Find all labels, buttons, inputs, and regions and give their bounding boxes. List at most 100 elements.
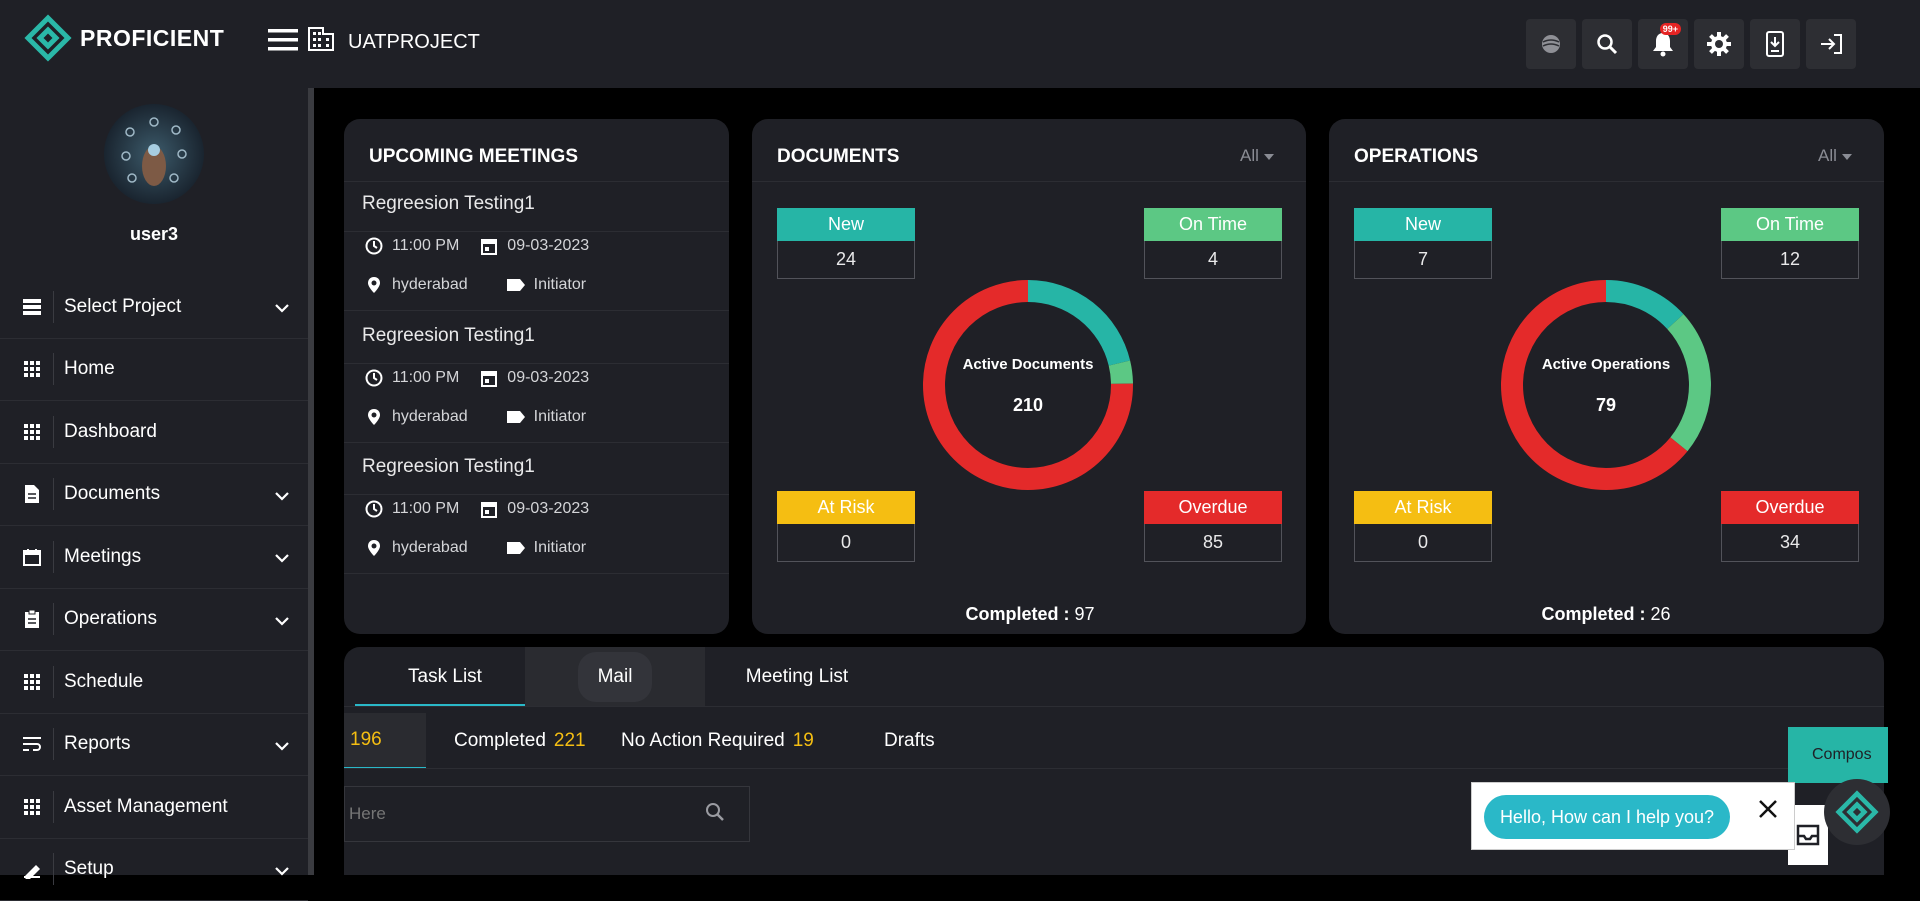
upcoming-meetings-title: UPCOMING MEETINGS — [369, 146, 578, 168]
donut-center-value: 79 — [1526, 395, 1686, 416]
completed-label: Completed : — [965, 604, 1069, 624]
meeting-role: Initiator — [534, 408, 586, 426]
meeting-location: hyderabad — [392, 539, 468, 557]
subtab-label: Drafts — [884, 730, 935, 752]
subtab-no-action[interactable]: No Action Required 19 — [621, 713, 814, 769]
sidebar-item-label: Setup — [64, 858, 114, 880]
tab-label: Mail — [578, 652, 653, 702]
documents-new-stat[interactable]: New 24 — [777, 208, 915, 279]
operations-atrisk-stat[interactable]: At Risk 0 — [1354, 491, 1492, 562]
grid-icon — [21, 798, 43, 816]
divider — [344, 442, 729, 443]
meeting-time: 11:00 PM — [392, 369, 459, 387]
tab-task-list[interactable]: Task List — [355, 647, 535, 707]
donut-center-label: Active Operations — [1526, 356, 1686, 373]
sidebar-item-reports[interactable]: Reports — [0, 714, 308, 777]
nav-divider — [53, 666, 54, 698]
divider — [344, 706, 1884, 707]
meeting-time-row: 11:00 PM 09-03-2023 — [364, 500, 589, 518]
operations-new-stat[interactable]: New 7 — [1354, 208, 1492, 279]
tag-icon — [506, 410, 526, 424]
sidebar-item-asset-management[interactable]: Asset Management — [0, 776, 308, 839]
sidebar-item-schedule[interactable]: Schedule — [0, 651, 308, 714]
sidebar-item-label: Documents — [64, 483, 160, 505]
compose-label: Compos — [1812, 746, 1872, 764]
divider — [1329, 181, 1884, 182]
caret-down-icon — [1841, 146, 1853, 166]
subtab-active[interactable]: 196 — [344, 713, 426, 769]
meeting-item[interactable]: Regreesion Testing1 11:00 PM 09-03-2023 … — [344, 193, 729, 215]
compose-button[interactable]: Compos — [1788, 727, 1888, 783]
avatar[interactable] — [104, 104, 204, 204]
documents-overdue-stat[interactable]: Overdue 85 — [1144, 491, 1282, 562]
sidebar-scrollbar[interactable] — [308, 88, 314, 875]
logout-button[interactable] — [1806, 19, 1856, 69]
meeting-item[interactable]: Regreesion Testing1 11:00 PM 09-03-2023 … — [344, 456, 729, 478]
chevron-down-icon — [274, 550, 290, 568]
search-icon — [1595, 32, 1619, 56]
location-pin-icon — [364, 539, 384, 557]
sidebar-item-meetings[interactable]: Meetings — [0, 526, 308, 589]
sidebar-item-label: Operations — [64, 608, 157, 630]
task-search[interactable] — [344, 786, 750, 842]
brand-name: PROFICIENT — [80, 25, 224, 52]
sidebar-item-home[interactable]: Home — [0, 339, 308, 402]
globe-icon — [1540, 33, 1562, 55]
documents-atrisk-stat[interactable]: At Risk 0 — [777, 491, 915, 562]
notifications-button[interactable]: 99+ — [1638, 19, 1688, 69]
search-icon[interactable] — [705, 802, 725, 827]
operations-donut-chart[interactable] — [1496, 275, 1716, 495]
chevron-down-icon — [274, 613, 290, 631]
meeting-date: 09-03-2023 — [507, 500, 589, 518]
clock-icon — [364, 369, 384, 387]
download-app-button[interactable] — [1750, 19, 1800, 69]
meeting-time: 11:00 PM — [392, 237, 459, 255]
sidebar-item-operations[interactable]: Operations — [0, 589, 308, 652]
documents-ontime-stat[interactable]: On Time 4 — [1144, 208, 1282, 279]
sidebar-item-select-project[interactable]: Select Project — [0, 276, 308, 339]
search-button[interactable] — [1582, 19, 1632, 69]
location-pin-icon — [364, 276, 384, 294]
search-input[interactable] — [349, 804, 689, 824]
chevron-down-icon — [274, 863, 290, 881]
language-button[interactable] — [1526, 19, 1576, 69]
brand-logo[interactable]: PROFICIENT — [24, 14, 224, 62]
documents-donut-chart[interactable] — [918, 275, 1138, 495]
clock-icon — [364, 500, 384, 518]
chat-prompt[interactable]: Hello, How can I help you? — [1484, 795, 1730, 839]
tab-mail[interactable]: Mail — [525, 647, 705, 707]
calendar-icon — [479, 369, 499, 387]
operations-filter-dropdown[interactable]: All — [1818, 146, 1853, 166]
sidebar-item-setup[interactable]: Setup — [0, 839, 308, 901]
chat-assistant-button[interactable] — [1824, 779, 1890, 845]
subtab-completed[interactable]: Completed 221 — [454, 713, 586, 769]
tab-meeting-list[interactable]: Meeting List — [707, 647, 887, 707]
completed-label: Completed : — [1541, 604, 1645, 624]
stat-label: At Risk — [777, 491, 915, 524]
sidebar-item-documents[interactable]: Documents — [0, 464, 308, 527]
documents-filter-dropdown[interactable]: All — [1240, 146, 1275, 166]
operations-overdue-stat[interactable]: Overdue 34 — [1721, 491, 1859, 562]
operations-ontime-stat[interactable]: On Time 12 — [1721, 208, 1859, 279]
stat-label: At Risk — [1354, 491, 1492, 524]
divider — [344, 494, 729, 495]
sidebar-item-label: Dashboard — [64, 421, 157, 443]
meeting-item[interactable]: Regreesion Testing1 11:00 PM 09-03-2023 … — [344, 325, 729, 347]
clock-icon — [364, 237, 384, 255]
wrap-icon — [21, 736, 43, 752]
calendar-icon — [21, 548, 43, 566]
proficient-logo-icon — [1835, 790, 1879, 834]
subtab-drafts[interactable]: Drafts — [884, 713, 935, 769]
sidebar-item-dashboard[interactable]: Dashboard — [0, 401, 308, 464]
stat-value: 7 — [1354, 241, 1492, 279]
close-icon[interactable] — [1758, 799, 1778, 824]
operations-title: OPERATIONS — [1354, 146, 1478, 168]
settings-button[interactable] — [1694, 19, 1744, 69]
tag-icon — [506, 541, 526, 555]
divider — [344, 768, 1884, 769]
project-name[interactable]: UATPROJECT — [348, 31, 480, 54]
clipboard-icon — [21, 609, 43, 629]
divider — [752, 181, 1306, 182]
setup-icon — [21, 859, 43, 879]
menu-toggle-button[interactable] — [268, 28, 298, 57]
